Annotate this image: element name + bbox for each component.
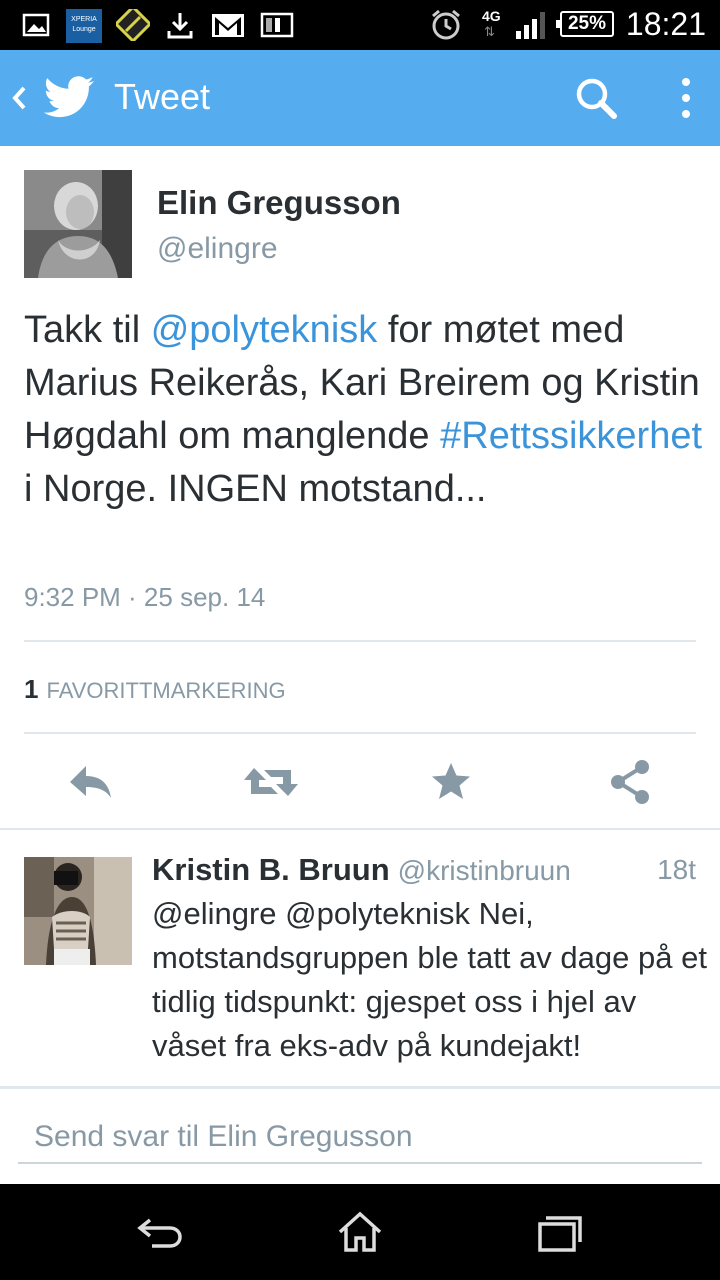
author-handle[interactable]: @elingre <box>157 232 278 266</box>
tweet-timestamp: 9:32 PM · 25 sep. 14 <box>24 582 266 612</box>
reply-author-handle: @kristinbruun <box>397 855 571 886</box>
battery-icon: 25% <box>556 11 614 37</box>
back-icon[interactable] <box>8 78 30 118</box>
gmail-icon <box>212 14 244 37</box>
reply-author-name: Kristin B. Bruun <box>152 852 390 887</box>
recent-apps-icon[interactable] <box>536 1210 584 1254</box>
app-bar: Tweet <box>0 50 720 146</box>
page-title: Tweet <box>114 76 211 117</box>
search-icon[interactable] <box>574 76 618 120</box>
favorites-row[interactable]: 1 FAVORITTMARKERING <box>24 674 286 705</box>
back-nav-icon[interactable] <box>136 1210 184 1254</box>
tweet-text-part: i Norge. INGEN motstand... <box>24 468 487 510</box>
favorites-label: FAVORITTMARKERING <box>46 678 286 703</box>
reply-input[interactable] <box>18 1112 702 1164</box>
twitter-bird-icon[interactable] <box>44 74 96 120</box>
signal-icon <box>516 12 545 39</box>
app-icon <box>116 9 150 41</box>
author-name[interactable]: Elin Gregusson <box>157 184 401 222</box>
reply-text: @elingre @polyteknisk Nei, motstandsgrup… <box>152 896 707 1063</box>
favorite-icon[interactable] <box>430 760 472 804</box>
reply-author[interactable]: Kristin B. Bruun @kristinbruun <box>152 852 571 888</box>
info-icon <box>260 12 294 38</box>
image-icon <box>22 13 50 37</box>
author-avatar[interactable] <box>24 170 132 278</box>
status-bar: XPERIA Lounge 4G ⇅ 25% 18:21 <box>0 0 720 50</box>
divider <box>24 732 696 734</box>
divider <box>0 828 720 830</box>
mention-link[interactable]: @polyteknisk <box>151 309 378 351</box>
tweet-text: Takk til @polyteknisk for møtet med Mari… <box>24 304 704 516</box>
home-icon[interactable] <box>336 1210 384 1254</box>
retweet-icon[interactable] <box>242 760 300 804</box>
reply-time: 18t <box>657 854 696 885</box>
reply-author-avatar[interactable] <box>24 857 132 965</box>
more-options-icon[interactable] <box>672 74 700 122</box>
divider <box>0 1086 720 1089</box>
hashtag-link[interactable]: #Rettssikkerhet <box>440 415 702 457</box>
clock: 18:21 <box>625 6 706 42</box>
tweet-text-part: Takk til <box>24 309 151 351</box>
xperia-lounge-icon: XPERIA Lounge <box>66 9 102 43</box>
favorites-count: 1 <box>24 674 39 704</box>
alarm-icon <box>432 9 460 40</box>
download-icon <box>167 13 193 39</box>
reply-icon[interactable] <box>66 760 114 804</box>
network-type: 4G <box>482 8 501 24</box>
data-arrows-icon: ⇅ <box>484 24 495 39</box>
navigation-bar <box>0 1184 720 1280</box>
divider <box>24 640 696 642</box>
share-icon[interactable] <box>606 760 654 804</box>
